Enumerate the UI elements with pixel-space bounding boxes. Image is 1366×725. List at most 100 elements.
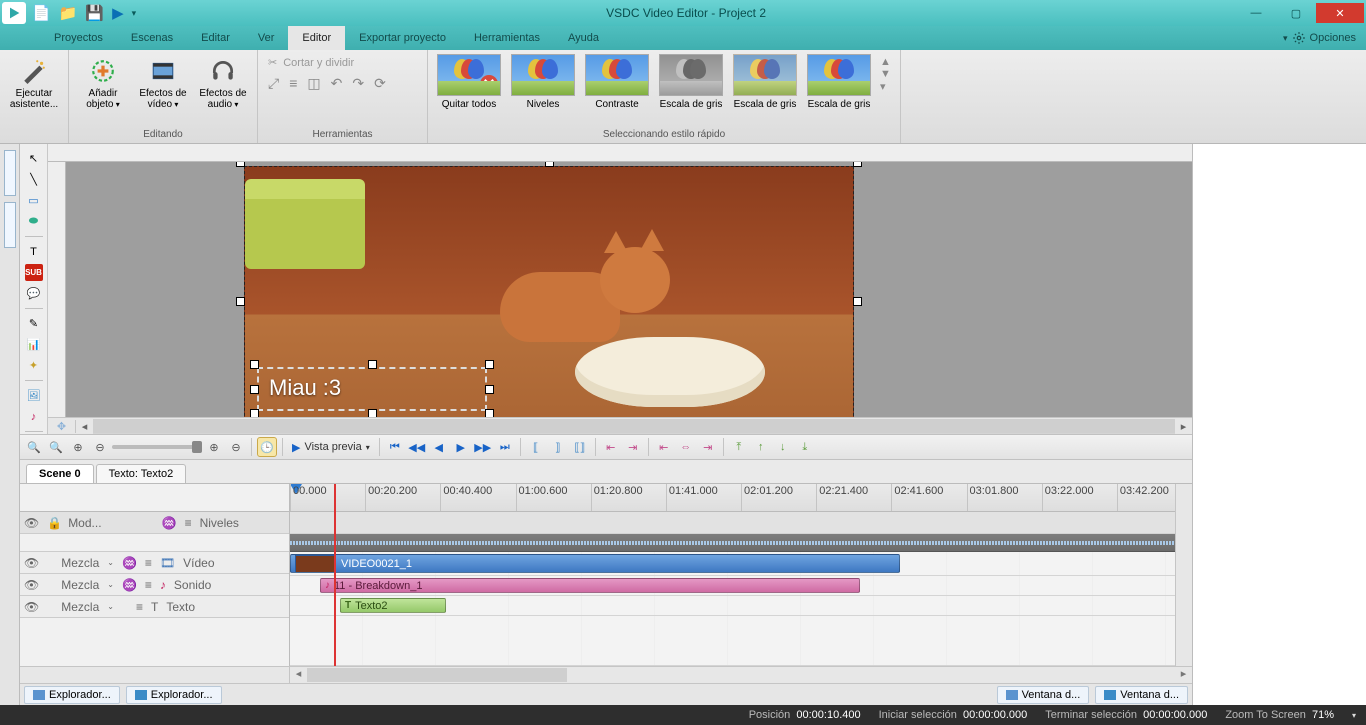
pan-icon[interactable]: ✥ <box>48 420 76 433</box>
style-contraste[interactable]: Contraste <box>582 54 652 111</box>
track-header-text[interactable]: 👁 Mezcla⌄ ≡ T Texto <box>20 596 289 618</box>
zoom-fit-plus-icon[interactable]: ⊕ <box>204 437 224 457</box>
track-text[interactable]: Texto2 <box>290 596 1192 616</box>
menu-options[interactable]: ▾ Opciones <box>1283 26 1366 50</box>
panel-explorador-1[interactable]: Explorador... <box>24 686 120 704</box>
tool-chart-icon[interactable]: 📊 <box>25 336 43 353</box>
tab-texto[interactable]: Texto: Texto2 <box>96 464 187 483</box>
time-ruler[interactable]: 00.00000:20.20000:40.40001:00.60001:20.8… <box>290 484 1192 512</box>
prev-frame-icon[interactable]: ◀◀ <box>407 437 427 457</box>
maximize-button[interactable]: ▢ <box>1276 3 1316 23</box>
preview-stage[interactable]: Miau :3 <box>66 162 1192 417</box>
menu-editar[interactable]: Editar <box>187 26 244 50</box>
mark-out-icon[interactable]: ⟧ <box>548 437 568 457</box>
track-video[interactable]: VIDEO0021_1 <box>290 552 1192 576</box>
track-master[interactable] <box>290 512 1192 534</box>
timeline-tracks-area[interactable]: 00.00000:20.20000:40.40001:00.60001:20.8… <box>290 484 1192 666</box>
tool-rotate-right-icon[interactable]: ↷ <box>352 75 364 92</box>
timeline-scrollbar-h[interactable]: ◂▸ <box>20 666 1192 683</box>
tool-tooltip-icon[interactable]: 💬 <box>25 285 43 302</box>
tool-audio-icon[interactable]: ♪ <box>25 408 43 425</box>
track-empty[interactable] <box>290 616 1192 666</box>
text-object[interactable]: Miau :3 <box>257 367 487 411</box>
audio-effects-button[interactable]: Efectos de audio <box>195 54 251 110</box>
menu-escenas[interactable]: Escenas <box>117 26 187 50</box>
order-top-icon[interactable]: ⤒ <box>729 437 749 457</box>
align-left-icon[interactable]: ⇤ <box>654 437 674 457</box>
align-right-icon[interactable]: ⇥ <box>698 437 718 457</box>
step-fwd-icon[interactable]: ▶ <box>451 437 471 457</box>
mark-in-icon[interactable]: ⟦ <box>526 437 546 457</box>
tool-ellipse-icon[interactable]: ⬬ <box>25 213 43 230</box>
qat-save-icon[interactable]: 💾 <box>85 4 104 22</box>
tool-align-icon[interactable]: ≡ <box>289 75 297 92</box>
style-gris-2[interactable]: Escala de gris <box>730 54 800 111</box>
preview-button[interactable]: ▶Vista previa▾ <box>288 441 374 454</box>
lock-icon[interactable]: 🔒 <box>43 516 66 530</box>
align-center-icon[interactable]: ⇔ <box>676 437 696 457</box>
tool-shape-icon[interactable]: ✦ <box>25 357 43 374</box>
clock-icon[interactable]: 🕒 <box>257 437 277 457</box>
link-fwd-icon[interactable]: ⇥ <box>623 437 643 457</box>
tool-resize-icon[interactable]: ⤢ <box>268 75 279 92</box>
order-down-icon[interactable]: ↓ <box>773 437 793 457</box>
tool-brush-icon[interactable]: ✎ <box>25 315 43 332</box>
menu-herramientas[interactable]: Herramientas <box>460 26 554 50</box>
dock-tab-1[interactable] <box>4 150 16 196</box>
zoom-in-icon[interactable]: 🔍 <box>24 437 44 457</box>
minimize-button[interactable]: — <box>1236 3 1276 23</box>
menu-proyectos[interactable]: Proyectos <box>40 26 117 50</box>
panel-ventana-1[interactable]: Ventana d... <box>997 686 1090 704</box>
panel-ventana-2[interactable]: Ventana d... <box>1095 686 1188 704</box>
next-frame-icon[interactable]: ▶▶ <box>473 437 493 457</box>
timeline-scrollbar-v[interactable] <box>1175 484 1192 666</box>
clip-video[interactable]: VIDEO0021_1 <box>290 554 900 573</box>
order-bottom-icon[interactable]: ⤓ <box>795 437 815 457</box>
tool-crop-icon[interactable]: ◫ <box>307 75 320 92</box>
tool-image-icon[interactable]: 🖼 <box>25 387 43 404</box>
preview-scrollbar-h[interactable]: ✥ ◂▸ <box>48 417 1192 434</box>
tool-subtitle-icon[interactable]: SUB <box>25 264 43 281</box>
playhead-line[interactable] <box>334 484 336 666</box>
style-gris-3[interactable]: Escala de gris <box>804 54 874 111</box>
dock-tab-2[interactable] <box>4 202 16 248</box>
tool-rotate-left-icon[interactable]: ↶ <box>331 75 343 92</box>
cut-split-button[interactable]: ✂ Cortar y dividir <box>264 54 421 75</box>
eye-icon[interactable]: 👁 <box>20 516 43 530</box>
order-up-icon[interactable]: ↑ <box>751 437 771 457</box>
video-object[interactable]: Miau :3 <box>244 166 854 417</box>
track-header-master[interactable]: 👁🔒 Mod... ♒≡ Niveles <box>20 512 289 534</box>
zoom-fit-minus-icon[interactable]: ⊖ <box>226 437 246 457</box>
tool-line-icon[interactable]: ╲ <box>25 171 43 188</box>
tool-refresh-icon[interactable]: ⟳ <box>374 75 386 92</box>
menu-editor[interactable]: Editor <box>288 26 345 50</box>
run-wizard-button[interactable]: Ejecutar asistente... <box>6 54 62 110</box>
status-dropdown-icon[interactable]: ▾ <box>1352 711 1356 720</box>
zoom-slider[interactable] <box>112 445 202 449</box>
style-gallery-scroll[interactable]: ▲▼▾ <box>878 54 894 111</box>
tool-cursor-icon[interactable]: ↖ <box>25 150 43 167</box>
waveform-overview[interactable] <box>290 534 1192 552</box>
video-effects-button[interactable]: Efectos de vídeo <box>135 54 191 110</box>
qat-new-icon[interactable]: 📄 <box>32 4 51 22</box>
style-quitar-todos[interactable]: Quitar todos <box>434 54 504 111</box>
link-back-icon[interactable]: ⇤ <box>601 437 621 457</box>
style-gris-1[interactable]: Escala de gris <box>656 54 726 111</box>
clip-audio[interactable]: 11 - Breakdown_1 <box>320 578 860 593</box>
bars-icon[interactable]: ≡ <box>181 516 196 530</box>
wave-icon[interactable]: ♒ <box>158 516 181 530</box>
panel-explorador-2[interactable]: Explorador... <box>126 686 222 704</box>
zoom-minus-icon[interactable]: ⊖ <box>90 437 110 457</box>
track-audio[interactable]: 11 - Breakdown_1 <box>290 576 1192 596</box>
qat-play-icon[interactable]: ▶ <box>112 4 124 22</box>
goto-end-icon[interactable]: ⏭ <box>495 437 515 457</box>
menu-ayuda[interactable]: Ayuda <box>554 26 613 50</box>
zoom-plus-icon[interactable]: ⊕ <box>68 437 88 457</box>
tool-rect-icon[interactable]: ▭ <box>25 192 43 209</box>
menu-ver[interactable]: Ver <box>244 26 289 50</box>
tool-text-icon[interactable]: T <box>25 243 43 260</box>
tab-scene[interactable]: Scene 0 <box>26 464 94 483</box>
track-header-video[interactable]: 👁 Mezcla⌄ ♒≡ 🎞 Vídeo <box>20 552 289 574</box>
style-niveles[interactable]: Niveles <box>508 54 578 111</box>
track-header-audio[interactable]: 👁 Mezcla⌄ ♒≡ ♪ Sonido <box>20 574 289 596</box>
